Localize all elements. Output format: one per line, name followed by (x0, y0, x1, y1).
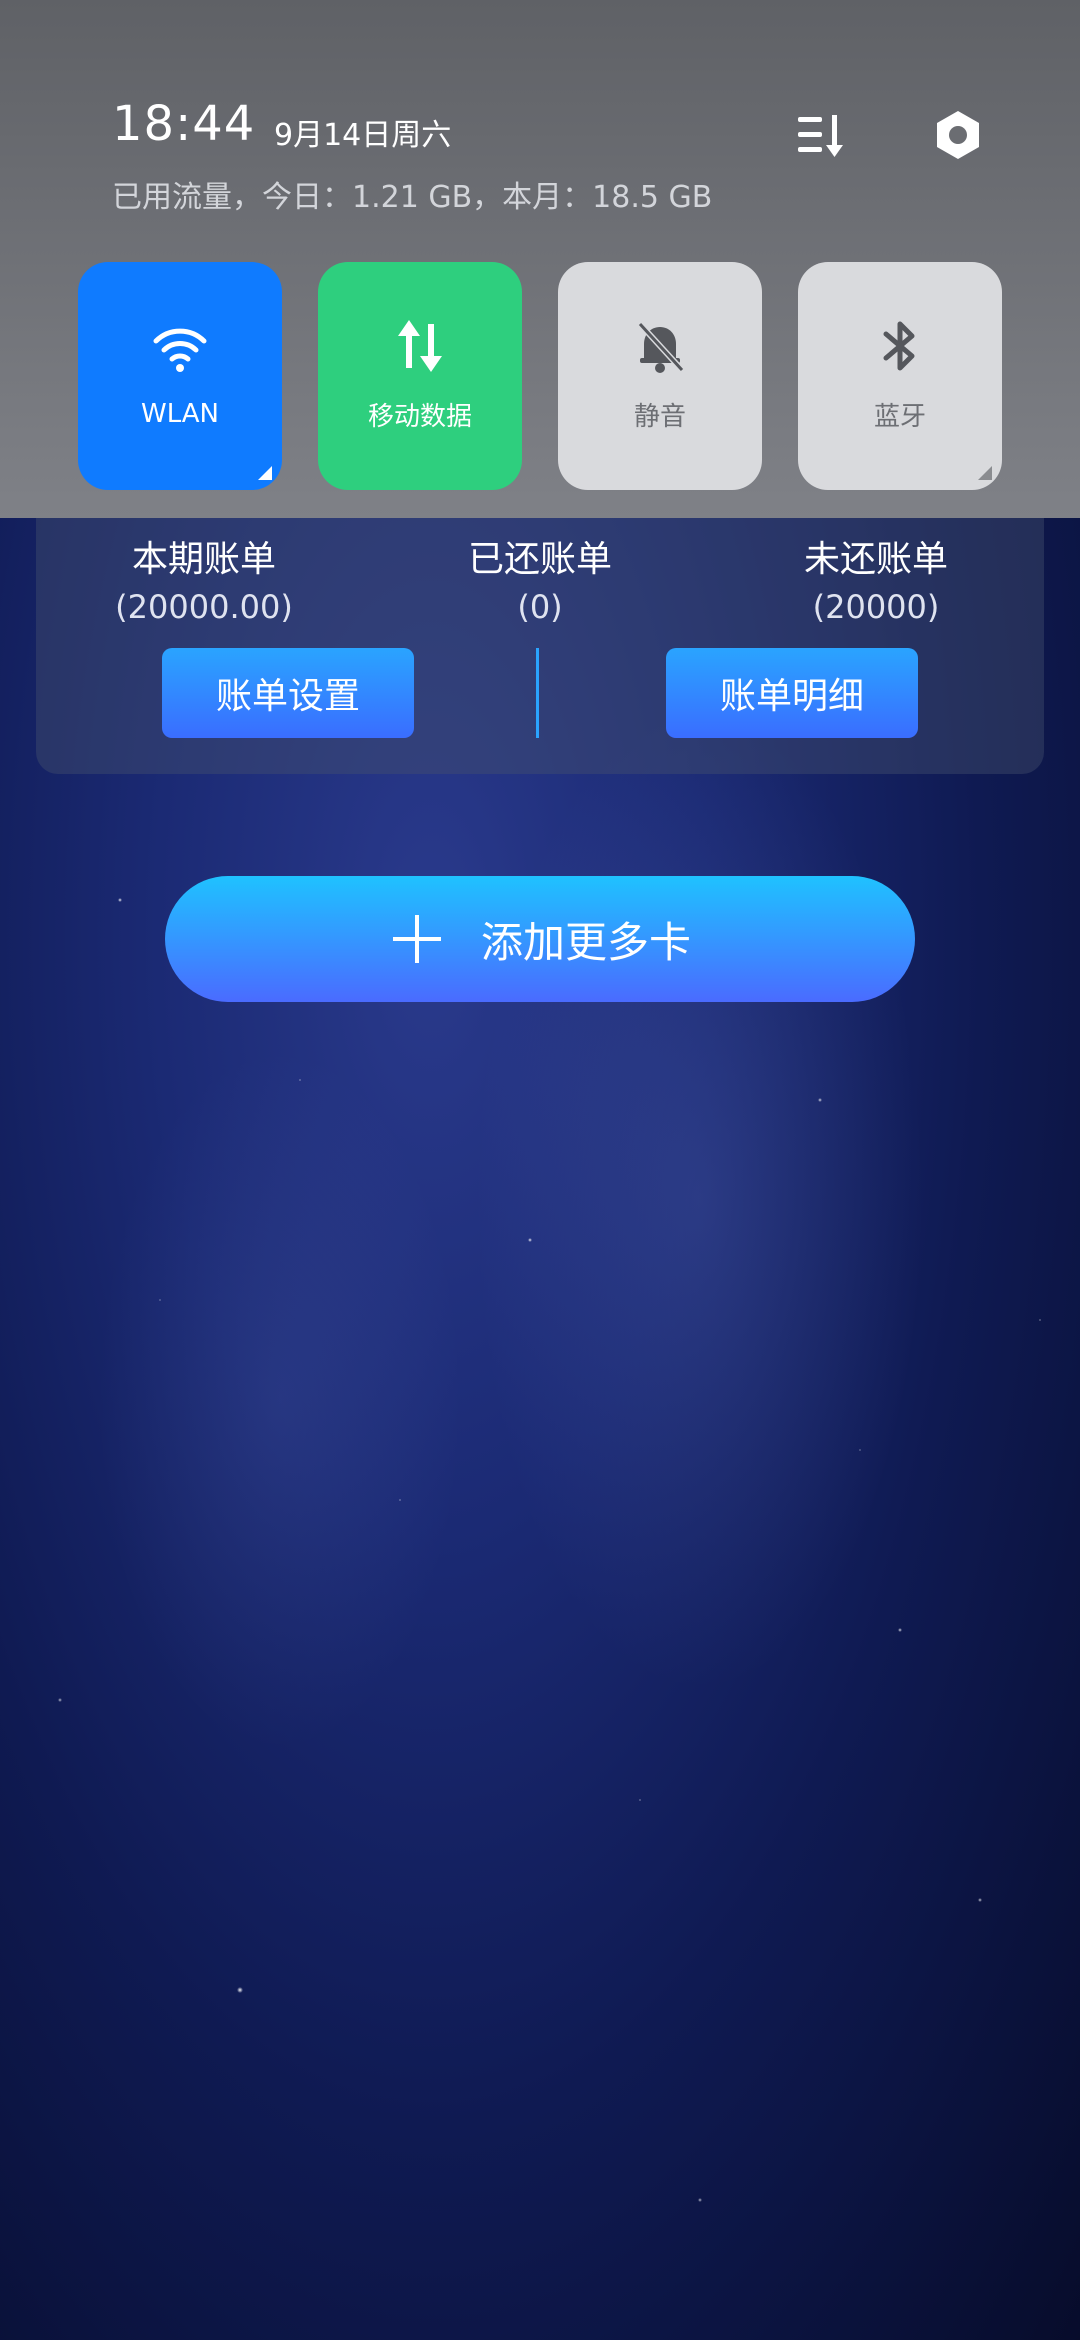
quick-settings-tiles: WLAN 移动数据 静音 蓝牙 (78, 262, 1002, 490)
repaid-bill-stat[interactable]: 已还账单 (0) (390, 530, 690, 626)
tile-mobile-data-label: 移动数据 (367, 401, 472, 432)
add-more-cards-button[interactable]: 添加更多卡 (165, 876, 915, 1002)
tile-mobile-data[interactable]: 移动数据 (318, 262, 522, 490)
bell-mute-icon (628, 314, 692, 378)
add-more-cards-label: 添加更多卡 (480, 917, 691, 967)
unpaid-bill-label: 未还账单 (803, 539, 948, 580)
expand-corner-icon (258, 466, 272, 480)
date: 9月14日周六 (274, 118, 452, 153)
mobile-data-icon (388, 314, 452, 378)
data-usage-text: 已用流量，今日：1.21 GB，本月：18.5 GB (112, 180, 713, 215)
button-divider (536, 648, 539, 738)
bill-settings-button[interactable]: 账单设置 (162, 648, 414, 738)
bill-details-button[interactable]: 账单明细 (666, 648, 918, 738)
tile-wlan-label: WLAN (140, 399, 220, 429)
current-bill-stat[interactable]: 本期账单 (20000.00) (54, 530, 354, 626)
clock: 18:44 (112, 96, 256, 152)
wifi-icon (148, 317, 212, 381)
unpaid-bill-stat[interactable]: 未还账单 (20000) (726, 530, 1026, 626)
bill-summary-card: 本期账单 (20000.00) 已还账单 (0) 未还账单 (20000) 账单… (36, 490, 1044, 774)
tile-silent[interactable]: 静音 (558, 262, 762, 490)
tile-bluetooth[interactable]: 蓝牙 (798, 262, 1002, 490)
repaid-bill-value: (0) (517, 588, 563, 626)
repaid-bill-label: 已还账单 (467, 539, 612, 580)
current-bill-label: 本期账单 (131, 539, 276, 580)
tile-silent-label: 静音 (633, 401, 686, 432)
bluetooth-icon (868, 314, 932, 378)
tile-bluetooth-label: 蓝牙 (873, 401, 926, 432)
current-bill-value: (20000.00) (115, 588, 293, 626)
notification-shade: 18:44 9月14日周六 已用流量，今日：1.21 GB，本月：18.5 GB (0, 0, 1080, 518)
unpaid-bill-value: (20000) (812, 588, 940, 626)
expand-corner-icon (978, 466, 992, 480)
sort-icon[interactable] (790, 105, 850, 165)
settings-icon[interactable] (928, 105, 988, 165)
tile-wlan[interactable]: WLAN (78, 262, 282, 490)
plus-icon (389, 911, 445, 967)
